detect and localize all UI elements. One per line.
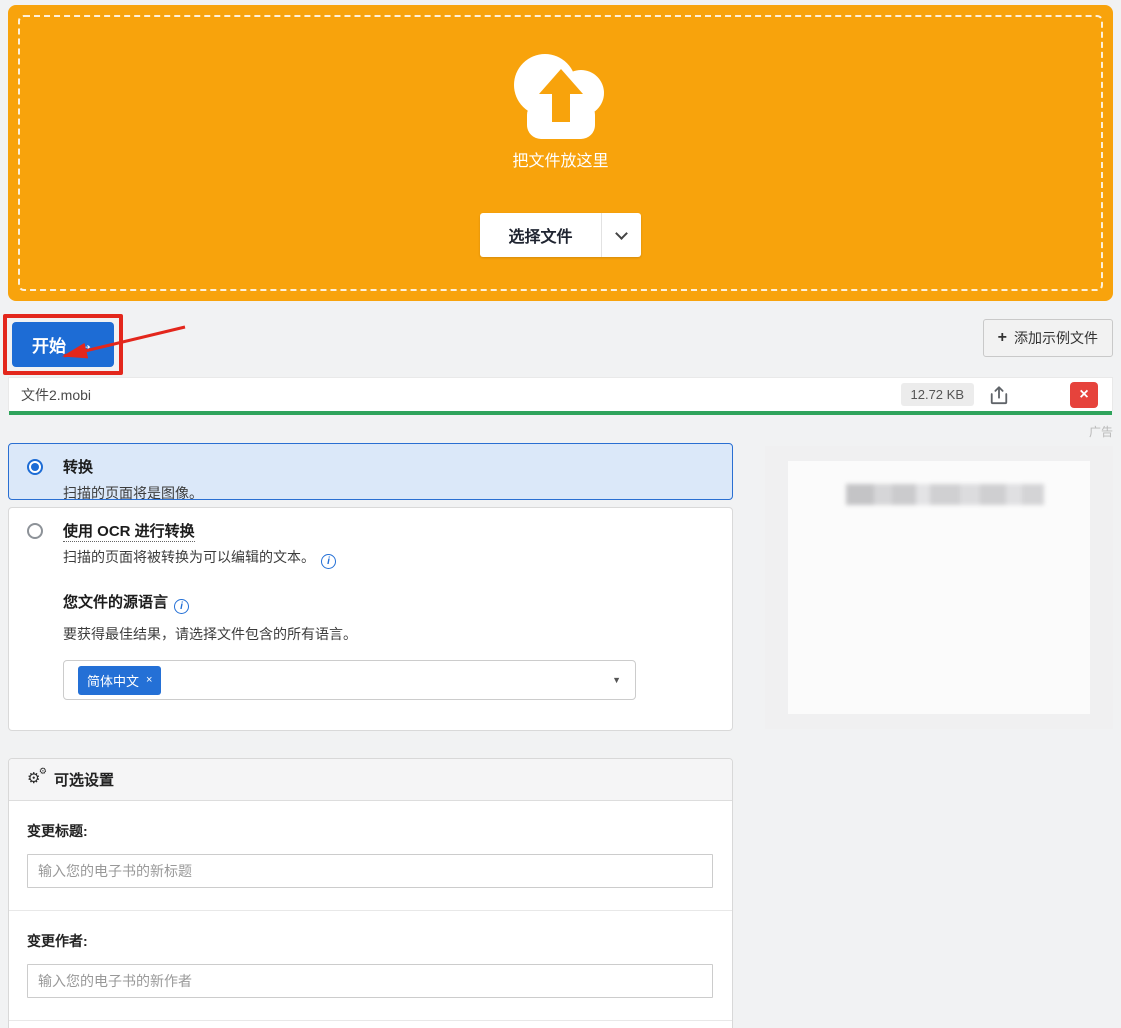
file-size-badge: 12.72 KB <box>901 383 975 406</box>
change-author-label: 变更作者: <box>27 931 714 951</box>
option-convert-description: 扫描的页面将是图像。 <box>63 483 203 503</box>
language-select[interactable]: 简体中文 × ▼ <box>63 660 636 700</box>
optional-settings-header: ⚙ ⚙ 可选设置 <box>9 759 732 801</box>
annotation-box: 开始 → <box>3 314 123 375</box>
chevron-down-icon: ▼ <box>612 675 621 685</box>
option-convert-title: 转换 <box>63 456 203 477</box>
change-title-input[interactable] <box>27 854 713 888</box>
source-language-section: 您文件的源语言i 要获得最佳结果，请选择文件包含的所有语言。 简体中文 × ▼ <box>63 591 636 700</box>
radio-convert-selected[interactable] <box>27 459 43 475</box>
option-ocr-title[interactable]: 使用 OCR 进行转换 <box>63 520 636 541</box>
gears-icon: ⚙ ⚙ <box>27 772 45 788</box>
choose-file-button[interactable]: 选择文件 <box>480 213 600 257</box>
radio-ocr-unselected[interactable] <box>27 523 43 539</box>
change-title-group: 变更标题: <box>9 801 732 910</box>
language-tag-label: 简体中文 <box>87 671 139 690</box>
add-example-file-button[interactable]: + 添加示例文件 <box>983 319 1113 357</box>
remove-file-button[interactable]: × <box>1070 382 1098 408</box>
add-example-file-label: 添加示例文件 <box>1014 328 1098 348</box>
ad-container <box>765 446 1113 729</box>
choose-file-split-button: 选择文件 <box>480 213 640 257</box>
language-tag: 简体中文 × <box>78 666 161 695</box>
blurred-ad-text <box>846 484 1044 505</box>
optional-settings-panel: ⚙ ⚙ 可选设置 变更标题: 变更作者: 添加边框: cm <box>8 758 733 1028</box>
change-author-group: 变更作者: <box>9 910 732 1020</box>
upload-progress-bar <box>9 411 1112 415</box>
ad-label: 广告 <box>765 423 1113 440</box>
choose-file-dropdown-toggle[interactable] <box>601 213 641 257</box>
plus-icon: + <box>998 332 1007 344</box>
chevron-down-icon <box>615 227 628 240</box>
uploaded-file-row: 文件2.mobi 12.72 KB × <box>8 377 1113 411</box>
start-button[interactable]: 开始 → <box>12 322 114 367</box>
option-ocr-description: 扫描的页面将被转换为可以编辑的文本。i <box>63 547 636 569</box>
toolbar-row: 开始 → + 添加示例文件 <box>0 301 1121 375</box>
change-author-input[interactable] <box>27 964 713 998</box>
add-border-group: 添加边框: cm <box>9 1020 732 1028</box>
arrow-right-icon: → <box>76 334 94 355</box>
change-title-label: 变更标题: <box>27 821 714 841</box>
cloud-upload-icon <box>505 49 617 141</box>
file-dropzone[interactable]: 把文件放这里 选择文件 <box>8 5 1113 301</box>
start-button-label: 开始 <box>32 332 66 357</box>
dropzone-hint: 把文件放这里 <box>512 147 608 171</box>
close-icon: × <box>1079 386 1088 403</box>
optional-settings-title: 可选设置 <box>54 769 114 790</box>
tag-remove-icon[interactable]: × <box>146 674 152 686</box>
option-ocr: 使用 OCR 进行转换 扫描的页面将被转换为可以编辑的文本。i 您文件的源语言i… <box>8 507 733 731</box>
ad-content-placeholder <box>788 461 1090 714</box>
upload-complete-icon <box>988 385 1010 405</box>
source-language-label: 您文件的源语言i <box>63 591 636 614</box>
source-language-hint: 要获得最佳结果，请选择文件包含的所有语言。 <box>63 624 636 644</box>
info-icon[interactable]: i <box>321 554 336 569</box>
info-icon[interactable]: i <box>174 599 189 614</box>
file-name: 文件2.mobi <box>21 385 91 405</box>
option-convert[interactable]: 转换 扫描的页面将是图像。 <box>8 443 733 500</box>
